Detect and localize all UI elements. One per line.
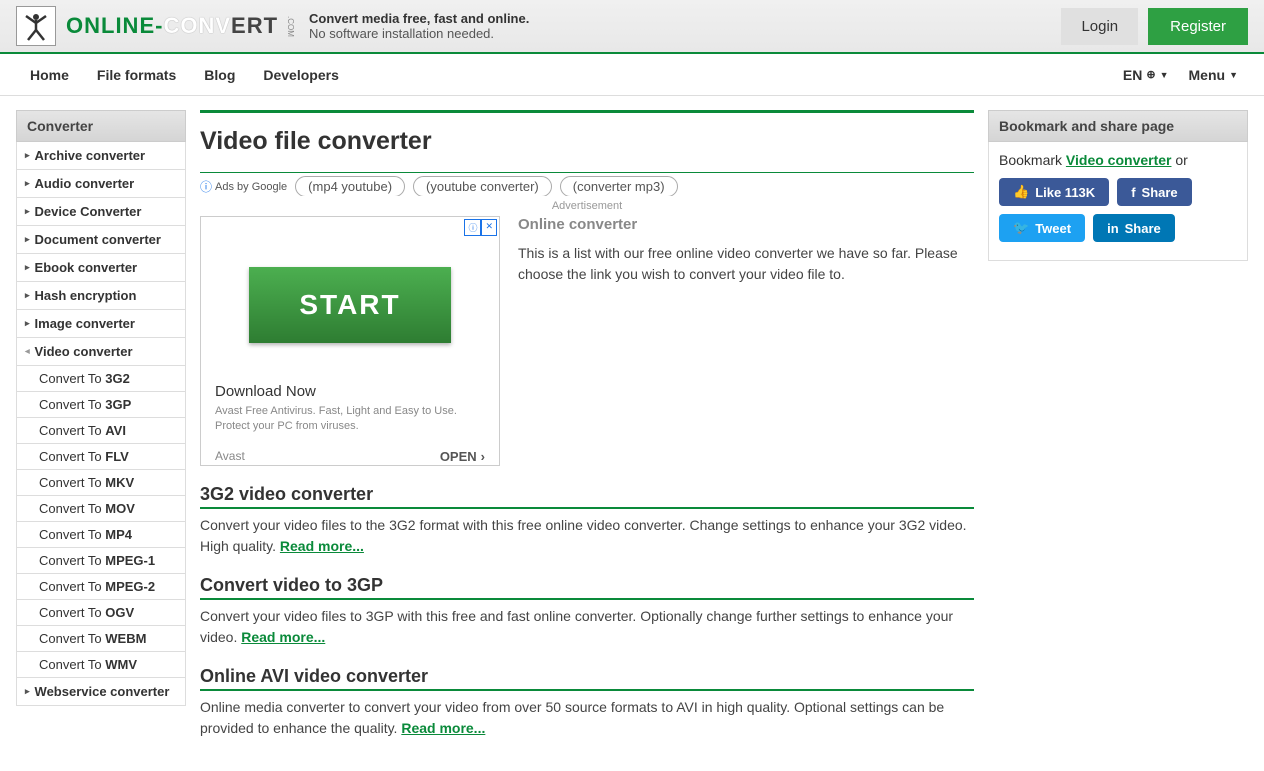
ad-brand: Avast	[215, 449, 245, 463]
sidebar-sub-item[interactable]: Convert To MOV	[16, 496, 186, 522]
sidebar: Converter ▸Archive converter ▸Audio conv…	[16, 110, 186, 706]
nav-file-formats[interactable]: File formats	[83, 55, 190, 95]
facebook-icon: f	[1131, 185, 1135, 200]
login-button[interactable]: Login	[1061, 8, 1138, 45]
arrow-right-icon: ▸	[25, 234, 30, 245]
sidebar-item-audio[interactable]: ▸Audio converter	[16, 170, 186, 198]
header: ONLINE-CONVERT .COM Convert media free, …	[0, 0, 1264, 54]
converter-description: Online media converter to convert your v…	[200, 697, 974, 739]
ad-start-button[interactable]: START	[249, 267, 450, 343]
sidebar-sub-item[interactable]: Convert To MPEG-1	[16, 548, 186, 574]
bookmark-line: Bookmark Video converter or	[999, 152, 1237, 168]
sidebar-sub-item[interactable]: Convert To MPEG-2	[16, 574, 186, 600]
sidebar-sub-item[interactable]: Convert To WEBM	[16, 626, 186, 652]
arrow-right-icon: ▸	[25, 150, 30, 161]
arrow-right-icon: ▸	[25, 686, 30, 697]
page-title: Video file converter	[200, 127, 974, 156]
sidebar-sub-item[interactable]: Convert To MP4	[16, 522, 186, 548]
sidebar-sub-item[interactable]: Convert To OGV	[16, 600, 186, 626]
sidebar-sub-item[interactable]: Convert To 3GP	[16, 392, 186, 418]
bookmark-link[interactable]: Video converter	[1066, 152, 1172, 168]
sidebar-item-document[interactable]: ▸Document converter	[16, 226, 186, 254]
sidebar-sub-item[interactable]: Convert To 3G2	[16, 366, 186, 392]
ad-link[interactable]: (converter mp3)	[560, 176, 678, 196]
nav-home[interactable]: Home	[16, 55, 83, 95]
chevron-right-icon: ›	[481, 449, 485, 464]
ad-badge: ⓘ✕	[464, 219, 497, 236]
sidebar-item-device[interactable]: ▸Device Converter	[16, 198, 186, 226]
bookmark-header: Bookmark and share page	[988, 110, 1248, 142]
sidebar-header: Converter	[16, 110, 186, 142]
sidebar-item-archive[interactable]: ▸Archive converter	[16, 142, 186, 170]
sidebar-sub-item[interactable]: Convert To AVI	[16, 418, 186, 444]
tagline: Convert media free, fast and online. No …	[309, 11, 529, 41]
ads-by-google-label: ⓘAds by Google	[200, 178, 287, 195]
sidebar-sub-item[interactable]: Convert To MKV	[16, 470, 186, 496]
linkedin-icon: in	[1107, 221, 1119, 236]
ad-link[interactable]: (mp4 youtube)	[295, 176, 405, 196]
nav-developers[interactable]: Developers	[249, 55, 352, 95]
ad-links-row: ⓘAds by Google (mp4 youtube) (youtube co…	[200, 172, 974, 196]
ad-download-title: Download Now	[215, 383, 485, 400]
intro-text: This is a list with our free online vide…	[518, 243, 974, 285]
register-button[interactable]: Register	[1148, 8, 1248, 45]
nav-blog[interactable]: Blog	[190, 55, 249, 95]
read-more-link[interactable]: Read more...	[401, 720, 485, 736]
ad-description: Avast Free Antivirus. Fast, Light and Ea…	[215, 404, 485, 435]
sidebar-item-video[interactable]: ▾Video converter	[16, 338, 186, 366]
arrow-right-icon: ▸	[25, 290, 30, 301]
converter-description: Convert your video files to 3GP with thi…	[200, 606, 974, 648]
ad-box[interactable]: ⓘ✕ START Download Now Avast Free Antivir…	[200, 216, 500, 466]
read-more-link[interactable]: Read more...	[241, 629, 325, 645]
arrow-right-icon: ▸	[25, 318, 30, 329]
linkedin-share-button[interactable]: inShare	[1093, 214, 1175, 242]
arrow-right-icon: ▸	[25, 262, 30, 273]
chevron-down-icon: ▼	[1160, 70, 1169, 80]
navbar: Home File formats Blog Developers EN ⊕ ▼…	[0, 54, 1264, 96]
arrow-down-icon: ▾	[22, 349, 33, 354]
intro-title: Online converter	[518, 216, 974, 233]
chevron-down-icon: ▼	[1229, 70, 1238, 80]
twitter-icon: 🐦	[1013, 220, 1029, 236]
ad-open-button[interactable]: OPEN ›	[440, 449, 485, 464]
advertisement-label: Advertisement	[200, 200, 974, 212]
read-more-link[interactable]: Read more...	[280, 538, 364, 554]
sidebar-sub-item[interactable]: Convert To FLV	[16, 444, 186, 470]
language-selector[interactable]: EN ⊕ ▼	[1123, 67, 1169, 83]
twitter-tweet-button[interactable]: 🐦Tweet	[999, 214, 1085, 242]
sidebar-item-image[interactable]: ▸Image converter	[16, 310, 186, 338]
sidebar-item-webservice[interactable]: ▸Webservice converter	[16, 678, 186, 706]
converter-title[interactable]: Online AVI video converter	[200, 666, 974, 691]
info-icon: ⓘ	[200, 178, 212, 195]
logo-suffix: .COM	[286, 16, 295, 37]
arrow-right-icon: ▸	[25, 178, 30, 189]
main-content: Video file converter ⓘAds by Google (mp4…	[200, 110, 974, 757]
converter-description: Convert your video files to the 3G2 form…	[200, 515, 974, 557]
arrow-right-icon: ▸	[25, 206, 30, 217]
ad-link[interactable]: (youtube converter)	[413, 176, 552, 196]
thumbs-up-icon: 👍	[1013, 184, 1029, 200]
menu-dropdown[interactable]: Menu ▼	[1189, 67, 1238, 83]
facebook-share-button[interactable]: fShare	[1117, 178, 1191, 206]
globe-icon: ⊕	[1146, 68, 1155, 81]
right-column: Bookmark and share page Bookmark Video c…	[988, 110, 1248, 261]
converter-title[interactable]: Convert video to 3GP	[200, 575, 974, 600]
logo-icon	[16, 6, 56, 46]
sidebar-sub-item[interactable]: Convert To WMV	[16, 652, 186, 678]
logo[interactable]: ONLINE-CONVERT .COM	[16, 6, 295, 46]
sidebar-item-hash[interactable]: ▸Hash encryption	[16, 282, 186, 310]
converter-title[interactable]: 3G2 video converter	[200, 484, 974, 509]
sidebar-item-ebook[interactable]: ▸Ebook converter	[16, 254, 186, 282]
logo-text: ONLINE-CONVERT	[66, 13, 278, 39]
facebook-like-button[interactable]: 👍Like 113K	[999, 178, 1109, 206]
